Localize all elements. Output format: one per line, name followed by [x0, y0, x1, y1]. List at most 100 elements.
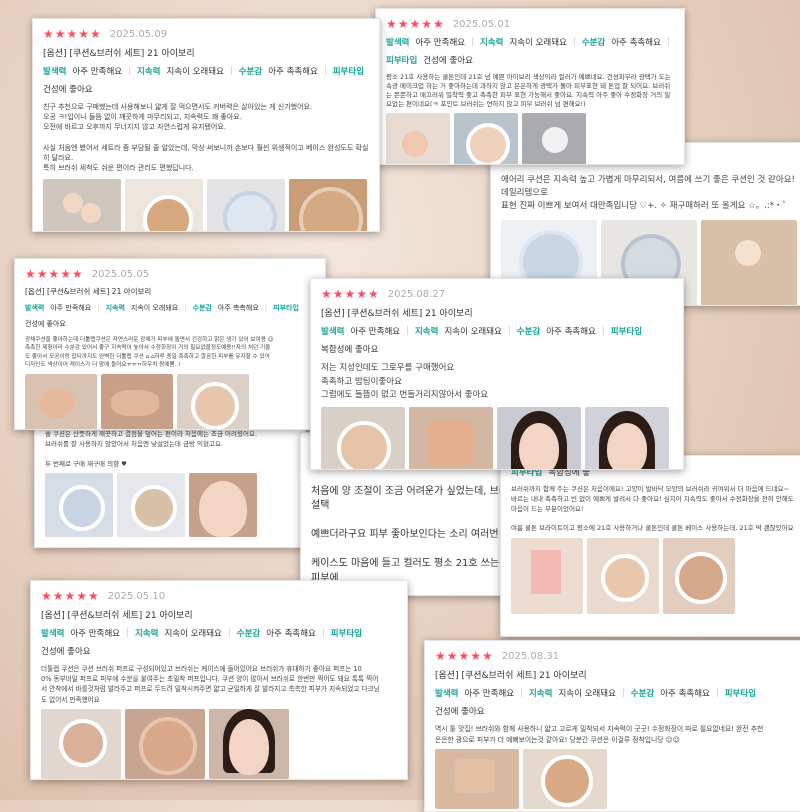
rating-stars: ★★★★★ — [435, 649, 494, 663]
review-photo[interactable] — [585, 406, 669, 469]
review-photo[interactable] — [511, 537, 583, 614]
review-date: 2025.05.01 — [452, 18, 511, 30]
review-card: 피부타입 복합성에 좋 브러쉬까지 함께 주는 쿠션은 처음이에요! 고양이 발… — [500, 455, 800, 637]
review-photo[interactable] — [209, 708, 289, 779]
review-photo[interactable] — [25, 373, 97, 429]
review-text: 친구 추천으로 구매했는데 사용해보니 얇게 잘 먹으면서도 커버력은 살아있는… — [43, 103, 369, 172]
attr-value: 건성에 좋아요 — [25, 320, 66, 328]
attr-label: 피부타입 — [332, 67, 365, 77]
attr-value: 아주 촉촉해요 — [660, 689, 710, 699]
attr-value: 아주 촉촉해요 — [266, 629, 316, 639]
attr-label: 수분감 — [192, 304, 212, 312]
attr-label: 피부타입 — [330, 629, 363, 639]
attr-label: 지속력 — [414, 327, 439, 337]
review-card: ★★★★★ 2025.05.09 [옵션] [쿠션&브러쉬 세트] 21 아이보… — [32, 18, 380, 232]
attr-label: 피부타입 — [273, 304, 299, 312]
attr-value: 아주 촉촉해요 — [611, 38, 661, 48]
review-date: 2025.05.05 — [91, 268, 150, 280]
review-date: 2025.05.09 — [109, 28, 168, 40]
attr-value: 건성에 좋아요 — [43, 85, 93, 95]
review-photo[interactable] — [435, 749, 519, 810]
attr-label: 지속력 — [136, 67, 161, 77]
attr-label: 지속력 — [105, 304, 125, 312]
attr-label: 수분감 — [516, 327, 541, 337]
attr-label: 피부타입 — [610, 327, 643, 337]
attr-label: 지속력 — [479, 38, 504, 48]
option-label: [옵션] [쿠션&브러쉬 세트] 21 아이보리 — [321, 309, 473, 319]
review-photo[interactable] — [523, 749, 607, 810]
attr-value: 지속이 오래돼요 — [558, 689, 616, 699]
attr-value: 아주 만족해요 — [72, 67, 123, 77]
rating-stars: ★★★★★ — [43, 27, 102, 41]
attr-value: 아주 촉촉해요 — [217, 304, 259, 312]
rating-stars: ★★★★★ — [386, 17, 445, 31]
attr-label: 발색력 — [25, 304, 45, 312]
attr-value: 아주 촉촉해요 — [268, 67, 318, 77]
attr-value: 건성에 좋아요 — [435, 707, 485, 717]
attr-label: 발색력 — [321, 327, 345, 337]
attr-label: 피부타입 — [724, 689, 757, 699]
review-photo[interactable] — [587, 537, 659, 614]
review-photo[interactable] — [701, 219, 797, 305]
attr-value: 아주 만족해요 — [415, 38, 466, 48]
attr-value: 아주 만족해요 — [464, 689, 515, 699]
review-card: ★★★★★ 2025.05.01 발색력 아주 만족해요 | 지속력 지속이 오래돼요… — [375, 8, 685, 165]
review-photo[interactable] — [207, 178, 285, 231]
review-photo[interactable] — [321, 406, 405, 469]
review-text: 광채쿠션을 좋아하는데 더툴랩쿠션은 자연스러운 광채가 피부에 돌면서 건강하… — [25, 337, 274, 369]
review-text: 평소 21호 사용하는 쿨톤인데 21호 넘 예쁜 아이보리 색상이라 컬러가 … — [386, 73, 671, 109]
attr-label: 피부타입 — [386, 56, 418, 66]
attr-label: 발색력 — [435, 689, 459, 699]
review-photo[interactable] — [177, 373, 249, 429]
review-photo[interactable] — [45, 473, 113, 538]
attr-label: 지속력 — [134, 629, 159, 639]
review-photo[interactable] — [289, 178, 367, 231]
review-photo[interactable] — [409, 406, 493, 469]
option-label: [옵션] [쿠션&브러쉬 세트] 21 아이보리 — [435, 671, 587, 681]
attr-value: 지속이 오래돼요 — [164, 629, 222, 639]
attr-label: 발색력 — [43, 67, 67, 77]
review-text: 예쁘더라구요 피부 좋아보인다는 소리 여러번 들음 — [311, 529, 521, 540]
attr-value: 지속이 오래돼요 — [166, 67, 224, 77]
review-photo[interactable] — [101, 373, 173, 429]
review-photo[interactable] — [454, 113, 518, 164]
attr-value: 건성에 좋아요 — [41, 647, 91, 657]
attr-label: 지속력 — [528, 689, 553, 699]
attr-value: 아주 촉촉해요 — [546, 327, 596, 337]
review-text: 처음에 양 조절이 조금 어려운가 싶었는데, 브러쉬 설택 — [311, 485, 518, 512]
review-card: ★★★★★ 2025.08.31 [옵션] [쿠션&브러쉬 세트] 21 아이보… — [424, 640, 800, 812]
rating-stars: ★★★★★ — [41, 589, 100, 603]
attr-value: 아주 만족해요 — [50, 304, 92, 312]
attr-value: 지속이 오래돼요 — [444, 327, 502, 337]
review-date: 2025.08.31 — [501, 650, 560, 662]
review-photo[interactable] — [117, 473, 185, 538]
attr-label: 발색력 — [41, 629, 65, 639]
review-photo[interactable] — [43, 178, 121, 231]
attr-value: 지속이 오래돼요 — [509, 38, 567, 48]
attr-label: 수분감 — [581, 38, 606, 48]
review-photo[interactable] — [189, 473, 257, 538]
option-label: [옵션] [쿠션&브러쉬 세트] 21 아이보리 — [25, 287, 152, 296]
review-date: 2025.05.10 — [107, 590, 166, 602]
review-text: 브러쉬까지 함께 주는 쿠션은 처음이에요! 고양이 발바닥 모양의 브러쉬라 … — [511, 485, 794, 532]
review-photo[interactable] — [497, 406, 581, 469]
review-photo[interactable] — [663, 537, 735, 614]
attr-value: 지속이 오래돼요 — [130, 304, 179, 312]
review-photo[interactable] — [522, 113, 586, 164]
attr-label: 수분감 — [238, 67, 263, 77]
option-label: [옵션] [쿠션&브러쉬 세트] 21 아이보리 — [43, 49, 195, 59]
review-card: 쓸 쿠션은 산뜻하게 깨끗하고 결점을 덮어는 편이라 처음에는 조금 어려웠어… — [34, 418, 306, 548]
attr-value: 건성에 좋아요 — [423, 56, 473, 66]
attr-value: 아주 만족해요 — [70, 629, 121, 639]
review-card: ★★★★★ 2025.05.10 [옵션] [쿠션&브러쉬 세트] 21 아이보… — [30, 580, 408, 780]
rating-stars: ★★★★★ — [25, 267, 84, 281]
review-photo[interactable] — [125, 178, 203, 231]
option-label: [옵션] [쿠션&브러쉬 세트] 21 아이보리 — [41, 611, 193, 621]
review-photo[interactable] — [125, 708, 205, 779]
attr-value: 아주 만족해요 — [350, 327, 401, 337]
review-photo[interactable] — [386, 113, 450, 164]
rating-stars: ★★★★★ — [321, 287, 380, 301]
review-card: ★★★★★ 2025.08.27 [옵션] [쿠션&브러쉬 세트] 21 아이보… — [310, 278, 684, 470]
attr-label: 발색력 — [386, 38, 410, 48]
review-photo[interactable] — [41, 708, 121, 779]
